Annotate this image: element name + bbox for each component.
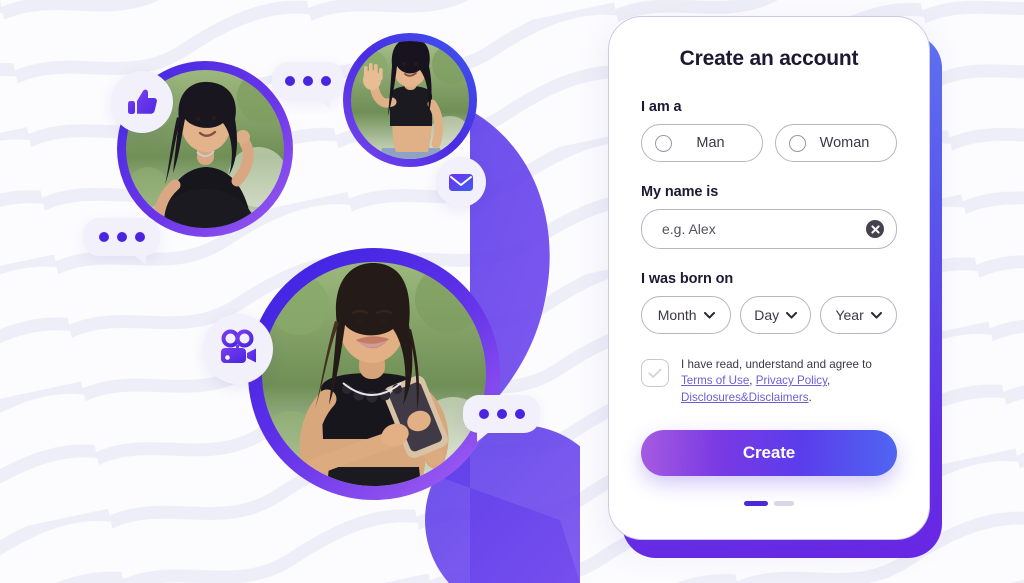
create-account-button[interactable]: Create bbox=[641, 430, 897, 477]
bubble-dot bbox=[514, 409, 525, 419]
signup-card-area: Create an account I am a Man Woman My na… bbox=[600, 16, 950, 568]
mail-envelope-icon bbox=[449, 174, 473, 191]
radio-label-woman: Woman bbox=[819, 135, 870, 151]
bubble-dot bbox=[303, 76, 313, 86]
pagination-indicator bbox=[641, 501, 897, 507]
link-terms-of-use[interactable]: Terms of Use bbox=[681, 374, 749, 387]
bubble-dot bbox=[478, 409, 489, 419]
signup-card: Create an account I am a Man Woman My na… bbox=[608, 16, 930, 540]
clear-name-icon[interactable] bbox=[866, 220, 884, 238]
bubble-dot bbox=[496, 409, 507, 419]
radio-circle-icon bbox=[655, 134, 672, 152]
radio-option-woman[interactable]: Woman bbox=[775, 124, 897, 162]
select-year-value: Year bbox=[835, 307, 864, 323]
bubble-dot bbox=[98, 232, 109, 242]
radio-circle-icon bbox=[789, 134, 806, 152]
bubble-dot bbox=[116, 232, 127, 242]
chevron-down-icon bbox=[870, 311, 882, 319]
link-privacy-policy[interactable]: Privacy Policy bbox=[756, 374, 827, 387]
close-icon bbox=[870, 224, 880, 234]
bubble-dot bbox=[285, 76, 295, 86]
gender-label: I am a bbox=[641, 99, 682, 115]
name-label: My name is bbox=[641, 184, 719, 200]
photo-ring-gradient bbox=[343, 33, 477, 167]
radio-option-man[interactable]: Man bbox=[641, 124, 763, 162]
chat-bubble-top bbox=[272, 62, 344, 109]
birth-label: I was born on bbox=[641, 271, 734, 287]
page-title: Create an account bbox=[679, 47, 859, 70]
pager-bar-active[interactable] bbox=[744, 501, 768, 507]
name-input[interactable] bbox=[642, 210, 896, 248]
pager-bar-inactive[interactable] bbox=[774, 501, 794, 507]
illustration-cluster bbox=[0, 0, 580, 583]
checkmark-icon bbox=[648, 368, 662, 378]
app-stage: Create an account I am a Man Woman My na… bbox=[0, 0, 1024, 583]
select-year[interactable]: Year bbox=[820, 296, 898, 334]
terms-sep-1: , bbox=[827, 374, 831, 388]
terms-row: I have read, understand and agree to Ter… bbox=[641, 357, 897, 406]
select-month[interactable]: Month bbox=[641, 296, 732, 334]
badge-thumbs-up bbox=[111, 71, 173, 133]
chevron-down-icon bbox=[703, 311, 715, 319]
bubble-dot bbox=[134, 232, 145, 242]
chat-bubble-left bbox=[83, 218, 160, 265]
terms-text: I have read, understand and agree to Ter… bbox=[681, 357, 897, 406]
name-field-wrapper bbox=[641, 209, 897, 249]
terms-checkbox[interactable] bbox=[641, 359, 669, 387]
thumbs-up-icon bbox=[128, 89, 157, 114]
photo-woman-phone bbox=[243, 243, 505, 505]
link-disclosures-disclaimers[interactable]: Disclosures&Disclaimers bbox=[681, 391, 809, 404]
select-month-value: Month bbox=[657, 307, 697, 323]
bubble-dot bbox=[321, 76, 331, 86]
chat-bubble-right bbox=[463, 395, 540, 442]
terms-intro: I have read, understand and agree to bbox=[681, 358, 872, 371]
birth-selects: Month Day Year bbox=[641, 296, 898, 334]
badge-mail bbox=[436, 157, 486, 207]
chevron-down-icon bbox=[786, 311, 798, 319]
badge-video-camera bbox=[203, 314, 273, 384]
photo-woman-waving bbox=[340, 30, 480, 170]
gender-options: Man Woman bbox=[641, 124, 897, 162]
select-day-value: Day bbox=[754, 307, 780, 323]
video-camera-icon bbox=[221, 329, 256, 363]
select-day[interactable]: Day bbox=[740, 296, 812, 334]
terms-sep-2: . bbox=[808, 390, 812, 404]
radio-label-man: Man bbox=[696, 135, 725, 151]
photo-ring-gradient bbox=[248, 248, 500, 500]
